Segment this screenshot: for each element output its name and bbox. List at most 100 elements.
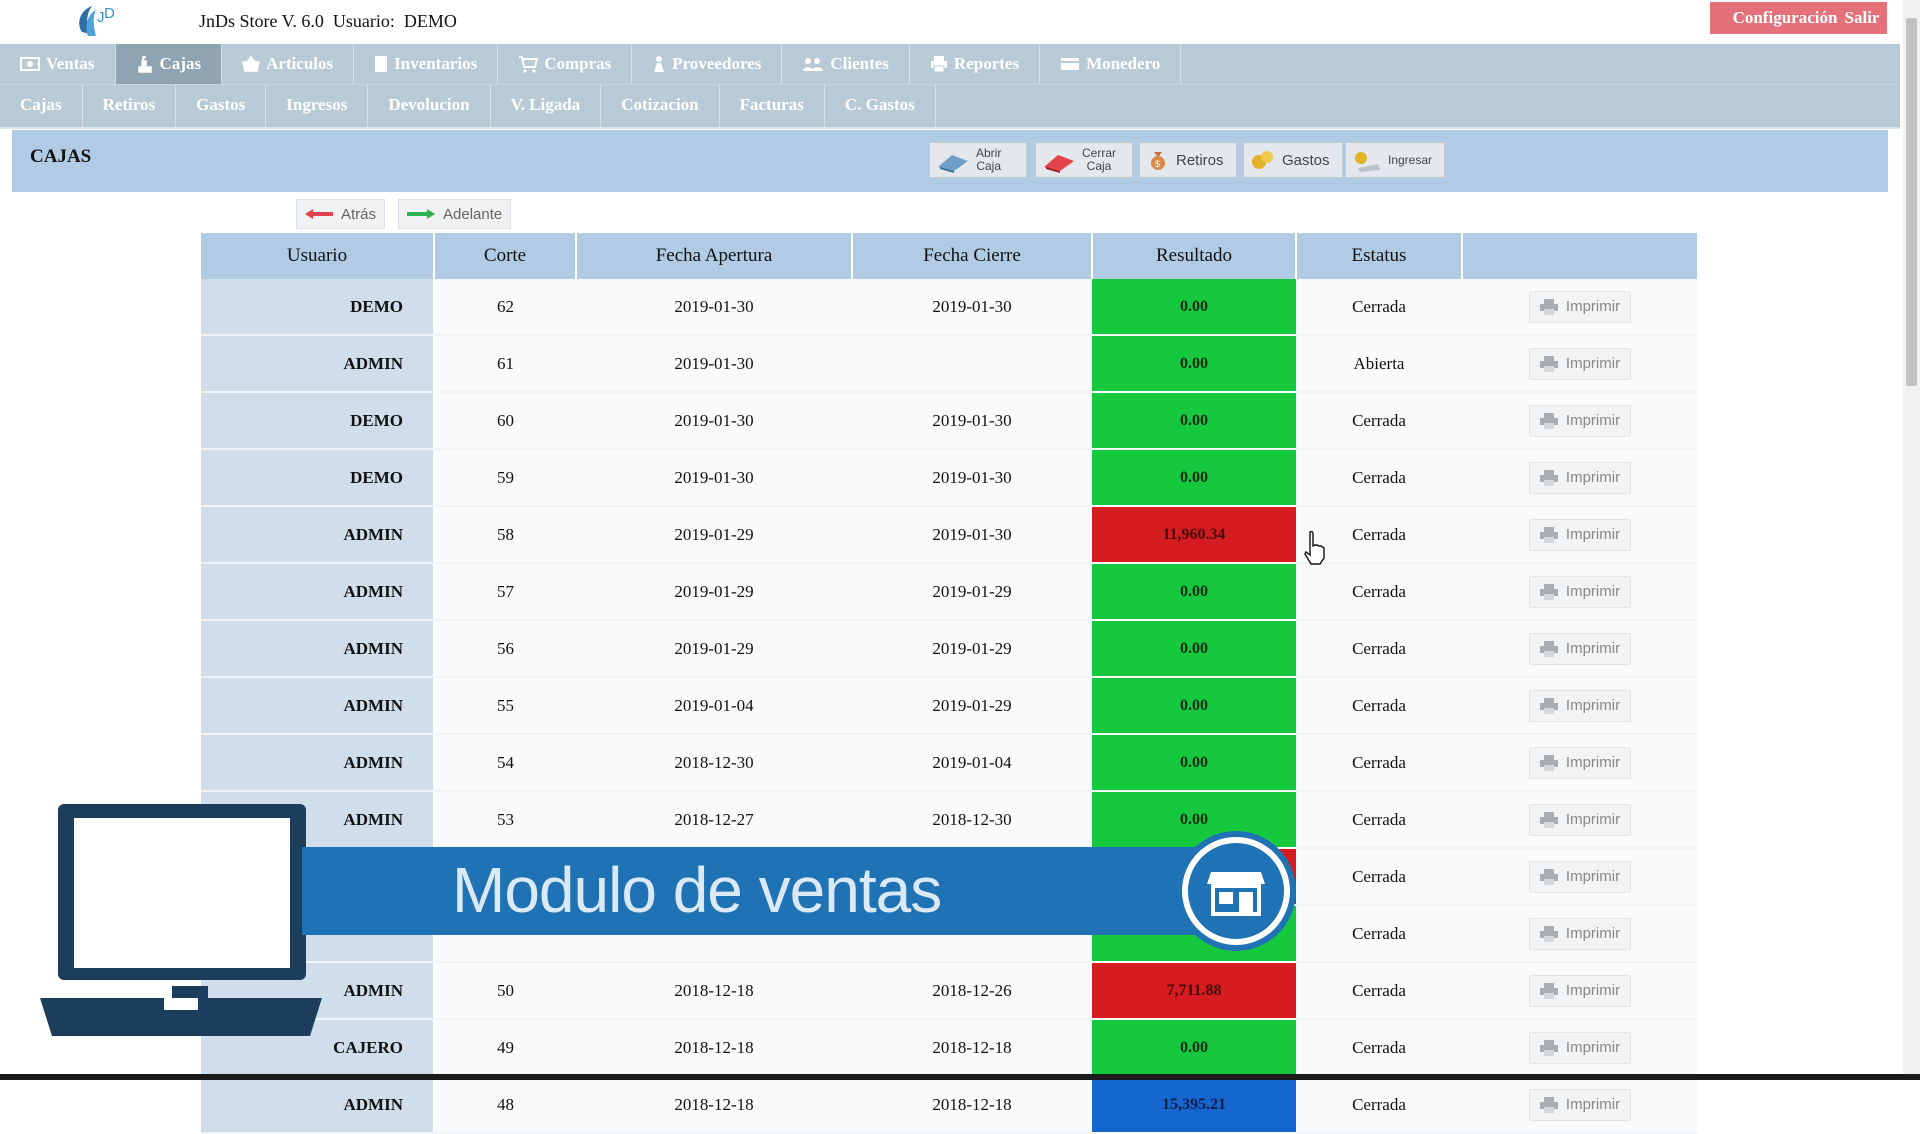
close-register-button[interactable]: Cerrar Caja	[1035, 142, 1133, 178]
subnav-facturas[interactable]: Facturas	[720, 85, 825, 127]
cell-resultado: 0.00	[1092, 1019, 1296, 1077]
cell-fecha-cierre: 2018-12-18	[852, 1076, 1092, 1134]
laptop-icon	[40, 804, 322, 1036]
print-button[interactable]: Imprimir	[1528, 518, 1632, 551]
cell-actions: Imprimir	[1462, 848, 1698, 906]
print-label: Imprimir	[1565, 412, 1621, 429]
print-button[interactable]: Imprimir	[1528, 290, 1632, 323]
table-row[interactable]: ADMIN 61 2019-01-30 0.00 Abierta Imprimir	[201, 335, 1698, 393]
print-button[interactable]: Imprimir	[1528, 347, 1632, 380]
cell-estatus: Cerrada	[1296, 279, 1462, 336]
table-row[interactable]: DEMO 59 2019-01-30 2019-01-30 0.00 Cerrada Imp…	[201, 449, 1698, 507]
column-header-usuario[interactable]: Usuario	[201, 233, 435, 279]
nav-clientes[interactable]: Clientes	[782, 44, 910, 84]
table-row[interactable]: ADMIN 48 2018-12-18 2018-12-18 15,395.21 Cerr…	[201, 1076, 1698, 1134]
cell-usuario: ADMIN	[201, 734, 435, 792]
cell-fecha-apertura: 2018-12-18	[576, 1076, 852, 1134]
nav-reportes[interactable]: Reportes	[910, 44, 1041, 84]
table-row[interactable]: ADMIN 53 2018-12-27 2018-12-30 0.00 Cerrada Im…	[201, 791, 1698, 849]
print-button[interactable]: Imprimir	[1528, 917, 1632, 950]
print-button[interactable]: Imprimir	[1528, 803, 1632, 836]
cell-fecha-cierre: 2019-01-30	[852, 392, 1092, 450]
ingresar-button[interactable]: Ingresar	[1345, 142, 1445, 178]
cell-usuario: ADMIN	[201, 563, 435, 621]
print-button[interactable]: Imprimir	[1528, 974, 1632, 1007]
subnav-cotizacion[interactable]: Cotizacion	[601, 85, 720, 127]
print-button[interactable]: Imprimir	[1528, 1031, 1632, 1064]
subnav-ingresos[interactable]: Ingresos	[266, 85, 369, 127]
table-row[interactable]: DEMO 60 2019-01-30 2019-01-30 0.00 Cerrada Imp…	[201, 392, 1698, 450]
table-row[interactable]: ADMIN 54 2018-12-30 2019-01-04 0.00 Cerrada Im…	[201, 734, 1698, 792]
cell-resultado: 0.00	[1092, 449, 1296, 507]
svg-text:$: $	[1155, 159, 1160, 169]
cell-actions: Imprimir	[1462, 620, 1698, 678]
subnav-v-ligada[interactable]: V. Ligada	[491, 85, 602, 127]
print-label: Imprimir	[1565, 754, 1621, 771]
cell-corte: 60	[434, 392, 576, 450]
hand-cursor-icon	[1304, 530, 1325, 565]
print-label: Imprimir	[1565, 298, 1621, 315]
cell-fecha-apertura: 2019-01-29	[576, 620, 852, 678]
subnav-c-gastos[interactable]: C. Gastos	[825, 85, 936, 127]
subnav-cajas[interactable]: Cajas	[0, 85, 83, 127]
user-label: Usuario:	[332, 11, 395, 31]
nav-articulos-label: Articulos	[266, 54, 334, 73]
table-row[interactable]: DEMO 62 2019-01-30 2019-01-30 0.00 Cerrada Imp…	[201, 279, 1698, 336]
cell-actions: Imprimir	[1462, 962, 1698, 1020]
cell-fecha-cierre	[852, 335, 1092, 393]
back-button[interactable]: Atrás	[296, 199, 386, 229]
table-row[interactable]: ADMIN 58 2019-01-29 2019-01-30 11,960.34 Cerr…	[201, 506, 1698, 564]
table-row[interactable]: ADMIN 50 2018-12-18 2018-12-26 7,711.88 Cerra…	[201, 962, 1698, 1020]
printer-icon	[1539, 982, 1558, 999]
print-button[interactable]: Imprimir	[1528, 632, 1632, 665]
column-header-corte[interactable]: Corte	[434, 233, 577, 279]
nav-proveedores[interactable]: Proveedores	[632, 44, 783, 84]
column-header-estatus[interactable]: Estatus	[1296, 233, 1463, 279]
back-label: Atrás	[341, 205, 377, 223]
cell-actions: Imprimir	[1462, 791, 1698, 849]
column-header-fecha-apertura[interactable]: Fecha Apertura	[576, 233, 853, 279]
table-row[interactable]: ADMIN 56 2019-01-29 2019-01-29 0.00 Cerrada Im…	[201, 620, 1698, 678]
gastos-button[interactable]: Gastos	[1243, 142, 1343, 178]
nav-inventarios-label: Inventarios	[394, 54, 478, 73]
nav-compras[interactable]: Compras	[498, 44, 633, 84]
subnav-retiros[interactable]: Retiros	[83, 85, 177, 127]
print-button[interactable]: Imprimir	[1528, 575, 1632, 608]
subnav-devolucion[interactable]: Devolucion	[368, 85, 491, 127]
print-button[interactable]: Imprimir	[1528, 689, 1632, 722]
table-row[interactable]: ADMIN 55 2019-01-04 2019-01-29 0.00 Cerrada Im…	[201, 677, 1698, 735]
print-button[interactable]: Imprimir	[1528, 860, 1632, 893]
printer-icon	[930, 56, 947, 73]
print-button[interactable]: Imprimir	[1528, 461, 1632, 494]
print-button[interactable]: Imprimir	[1528, 404, 1632, 437]
column-header-resultado[interactable]: Resultado	[1092, 233, 1297, 279]
cell-corte: 58	[434, 506, 576, 564]
subnav-gastos[interactable]: Gastos	[176, 85, 267, 127]
basket-icon	[242, 56, 260, 72]
ingresar-label: Ingresar	[1388, 152, 1433, 167]
gastos-label: Gastos	[1282, 151, 1330, 169]
open-register-button[interactable]: Abrir Caja	[929, 142, 1027, 178]
storefront-icon	[1176, 831, 1296, 951]
nav-inventarios[interactable]: Inventarios	[354, 44, 499, 84]
column-header-fecha-cierre[interactable]: Fecha Cierre	[852, 233, 1093, 279]
print-button[interactable]: Imprimir	[1528, 1088, 1632, 1121]
printer-icon	[1539, 355, 1558, 372]
nav-ventas[interactable]: Ventas	[0, 44, 116, 84]
cell-fecha-apertura: 2019-01-30	[576, 335, 852, 393]
forward-button[interactable]: Adelante	[398, 199, 512, 229]
nav-monedero[interactable]: Monedero	[1040, 44, 1182, 84]
nav-articulos[interactable]: Articulos	[222, 44, 355, 84]
cell-corte: 62	[434, 279, 576, 336]
logout-button[interactable]: Salir	[1837, 2, 1887, 34]
cell-usuario: ADMIN	[201, 677, 435, 735]
print-button[interactable]: Imprimir	[1528, 746, 1632, 779]
cell-actions: Imprimir	[1462, 734, 1698, 792]
table-row[interactable]: CAJERO 49 2018-12-18 2018-12-18 0.00 Cerrada I…	[201, 1019, 1698, 1077]
retiros-button[interactable]: $ Retiros	[1139, 142, 1237, 178]
nav-cajas[interactable]: Cajas	[115, 44, 223, 84]
cell-estatus: Cerrada	[1296, 905, 1462, 963]
table-row[interactable]: ADMIN 57 2019-01-29 2019-01-29 0.00 Cerrada Im…	[201, 563, 1698, 621]
cell-actions: Imprimir	[1462, 506, 1698, 564]
vertical-scrollbar-thumb[interactable]	[1906, 18, 1917, 386]
